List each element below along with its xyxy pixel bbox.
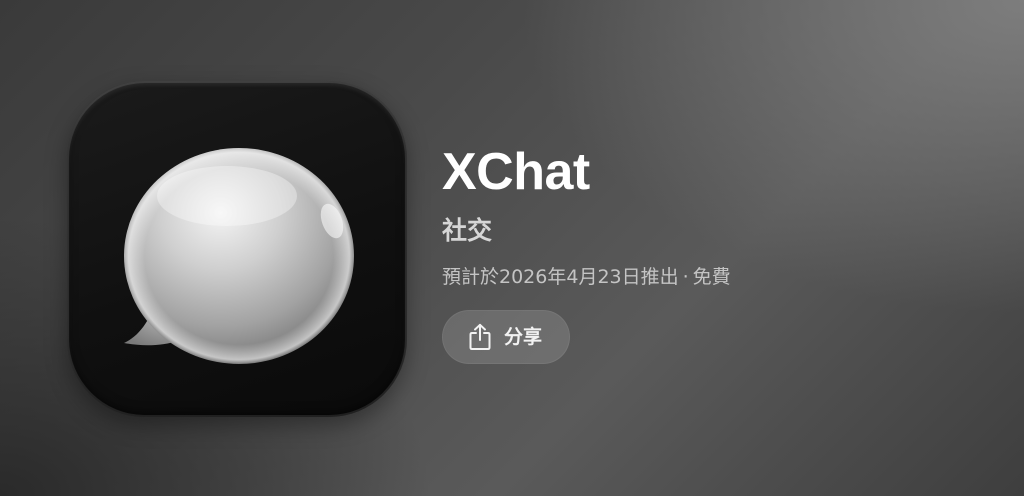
app-info: XChat 社交 預計於2026年4月23日推出 · 免費 分享 <box>442 140 1002 364</box>
app-icon <box>67 81 407 417</box>
speech-bubble-icon <box>124 148 354 364</box>
app-category[interactable]: 社交 <box>442 214 1002 248</box>
release-meta: 預計於2026年4月23日推出 · 免費 <box>442 264 1002 290</box>
share-button-label: 分享 <box>504 326 543 348</box>
share-button[interactable]: 分享 <box>442 310 571 364</box>
release-date-text: 預計於2026年4月23日推出 <box>442 266 679 288</box>
meta-separator: · <box>682 266 689 288</box>
app-title: XChat <box>442 143 590 201</box>
price-text: 免費 <box>692 266 731 288</box>
share-icon <box>468 323 492 351</box>
